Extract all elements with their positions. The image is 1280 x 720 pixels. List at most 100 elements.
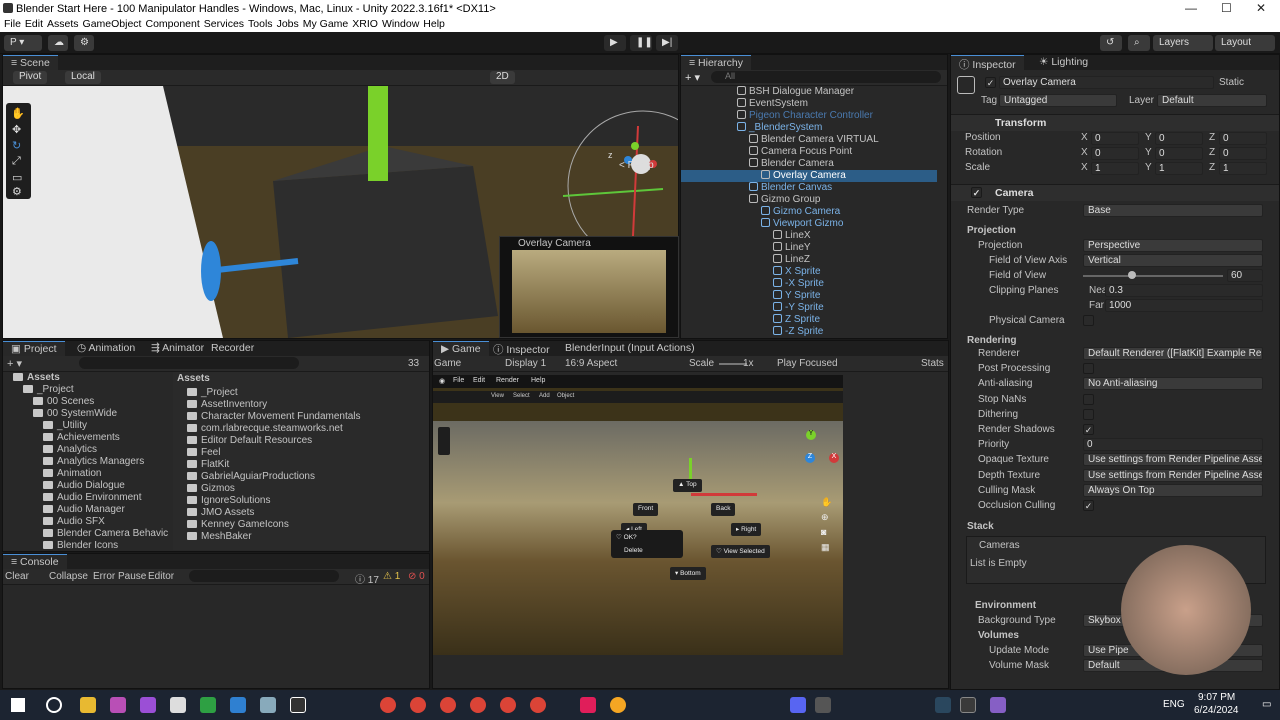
camera-header[interactable]: ✓ Camera xyxy=(951,184,1279,201)
visual-studio-icon[interactable] xyxy=(990,697,1006,713)
transform-x-field[interactable]: 0 xyxy=(1091,147,1139,160)
menu-file[interactable]: File xyxy=(4,17,21,30)
project-tree-item[interactable]: Analytics xyxy=(43,444,97,456)
hierarchy-item[interactable]: Pigeon Character Controller xyxy=(681,110,937,122)
hierarchy-item[interactable]: Blender Canvas xyxy=(681,182,937,194)
menu-assets[interactable]: Assets xyxy=(47,17,79,30)
tag-dropdown[interactable]: Untagged xyxy=(999,94,1117,107)
aspect-dropdown[interactable]: 16:9 Aspect xyxy=(565,358,617,369)
start-icon[interactable] xyxy=(11,698,25,712)
menu-xrio[interactable]: XRIO xyxy=(352,17,378,30)
tab-animation[interactable]: ◷ Animation xyxy=(69,341,143,356)
project-add-icon[interactable]: + ▾ xyxy=(7,357,22,370)
chrome-icon-5[interactable] xyxy=(500,697,516,713)
history-icon[interactable]: ↺ xyxy=(1100,35,1122,51)
steam-icon[interactable] xyxy=(935,697,951,713)
2d-toggle[interactable]: 2D xyxy=(490,71,515,84)
hierarchy-item[interactable]: Z Sprite xyxy=(681,314,937,326)
tab-project[interactable]: ▣ Project xyxy=(3,341,65,356)
game-x-handle[interactable] xyxy=(691,493,757,496)
rendering-row-value[interactable]: Always On Top xyxy=(1083,483,1263,497)
rendering-row-checkbox[interactable] xyxy=(1083,408,1094,420)
asset-folder[interactable]: MeshBaker xyxy=(187,531,252,543)
game-mode-dropdown[interactable]: Game xyxy=(434,358,461,369)
project-tree-item[interactable]: Audio SFX xyxy=(43,516,105,528)
rendering-row-value[interactable]: Use settings from Render Pipeline Asset xyxy=(1083,453,1263,467)
asset-folder[interactable]: JMO Assets xyxy=(187,507,254,519)
minimize-button[interactable]: — xyxy=(1185,1,1197,15)
environment-section[interactable]: Environment xyxy=(975,600,1036,611)
hierarchy-item[interactable]: Viewport Gizmo xyxy=(681,218,937,230)
asset-folder[interactable]: IgnoreSolutions xyxy=(187,495,271,507)
local-dropdown[interactable]: Local xyxy=(65,71,101,84)
project-tree-item[interactable]: Audio Dialogue xyxy=(43,480,125,492)
layout-dropdown[interactable]: Layout xyxy=(1215,35,1275,51)
persp-label[interactable]: < Persp xyxy=(619,160,654,171)
tab-animator[interactable]: ⇶ Animator xyxy=(143,341,212,356)
game-submenu-object[interactable]: Object xyxy=(557,393,574,399)
game-hand-icon[interactable]: ✋ xyxy=(821,497,832,508)
menu-jobs[interactable]: Jobs xyxy=(277,17,299,30)
tab-blender-input[interactable]: BlenderInput (Input Actions) xyxy=(557,341,703,356)
view-top-button[interactable]: ▲ Top xyxy=(673,479,702,492)
play-button[interactable]: ▶ xyxy=(604,35,626,51)
transform-x-field[interactable]: 1 xyxy=(1091,162,1139,175)
render-type-dropdown[interactable]: Base xyxy=(1083,204,1263,217)
app-icon-3[interactable] xyxy=(200,697,216,713)
app-icon-2[interactable] xyxy=(140,697,156,713)
app-icon-1[interactable] xyxy=(110,697,126,713)
fov-field[interactable]: 60 xyxy=(1227,269,1263,282)
context-delete-item[interactable]: Delete xyxy=(624,547,643,554)
hierarchy-item[interactable]: LineZ xyxy=(681,254,937,266)
asset-folder[interactable]: GabrielAguiarProductions xyxy=(187,471,315,483)
projection-section[interactable]: Projection xyxy=(967,225,1016,236)
active-checkbox[interactable]: ✓ xyxy=(985,77,996,88)
asset-folder[interactable]: Kenney GameIcons xyxy=(187,519,289,531)
rendering-section[interactable]: Rendering xyxy=(967,335,1016,346)
chrome-icon-3[interactable] xyxy=(440,697,456,713)
transform-z-field[interactable]: 0 xyxy=(1219,132,1267,145)
hierarchy-item[interactable]: LineX xyxy=(681,230,937,242)
assets-breadcrumb[interactable]: Assets xyxy=(177,373,210,384)
cloud-icon[interactable]: ☁ xyxy=(48,35,68,51)
hierarchy-item[interactable]: LineY xyxy=(681,242,937,254)
search-taskbar-icon[interactable] xyxy=(46,697,62,713)
game-tool-strip[interactable] xyxy=(438,427,450,455)
error-pause-button[interactable]: Error Pause xyxy=(93,571,146,582)
rendering-row-checkbox[interactable]: ✓ xyxy=(1083,424,1094,435)
unity-taskbar-icon[interactable] xyxy=(960,697,976,713)
hierarchy-item[interactable]: Blender Camera xyxy=(681,158,937,170)
menu-gameobject[interactable]: GameObject xyxy=(83,17,142,30)
menu-component[interactable]: Component xyxy=(145,17,199,30)
asset-folder[interactable]: Feel xyxy=(187,447,220,459)
context-ok-item[interactable]: ♡ OK? xyxy=(616,533,637,541)
pause-button[interactable]: ❚❚ xyxy=(630,35,653,51)
hand-tool-icon[interactable]: ✋ xyxy=(11,107,25,120)
menu-edit[interactable]: Edit xyxy=(25,17,43,30)
view-front-button[interactable]: Front xyxy=(633,503,659,516)
menu-tools[interactable]: Tools xyxy=(248,17,273,30)
stats-button[interactable]: Stats xyxy=(921,358,944,369)
rendering-row-value[interactable]: Default Renderer ([FlatKit] Example Ren xyxy=(1083,347,1263,360)
error-count[interactable]: ⊘ 0 xyxy=(408,571,425,582)
transform-header[interactable]: Transform xyxy=(951,114,1279,131)
static-toggle[interactable]: Static xyxy=(1219,77,1244,88)
rendering-row-value[interactable]: 0 xyxy=(1083,438,1263,452)
project-tree-item[interactable]: Blender Camera Behavic xyxy=(43,528,168,540)
rendering-row-value[interactable]: No Anti-aliasing xyxy=(1083,377,1263,391)
search-icon[interactable]: ⌕ xyxy=(1128,35,1150,51)
explorer-icon[interactable] xyxy=(80,697,96,713)
menu-my-game[interactable]: My Game xyxy=(303,17,349,30)
add-icon[interactable]: + ▾ xyxy=(685,71,700,84)
language-indicator[interactable]: ENG xyxy=(1163,699,1185,710)
app-icon-6[interactable] xyxy=(815,697,831,713)
project-tree-item[interactable]: 00 SystemWide xyxy=(33,408,117,420)
asset-folder[interactable]: AssetInventory xyxy=(187,399,267,411)
hierarchy-item[interactable]: Overlay Camera xyxy=(681,170,937,182)
close-button[interactable]: ✕ xyxy=(1256,1,1266,15)
project-tree-item[interactable]: Audio Environment xyxy=(43,492,142,504)
transform-x-field[interactable]: 0 xyxy=(1091,132,1139,145)
chrome-icon-1[interactable] xyxy=(380,697,396,713)
asset-folder[interactable]: FlatKit xyxy=(187,459,229,471)
tab-game[interactable]: ▶ Game xyxy=(433,341,489,356)
